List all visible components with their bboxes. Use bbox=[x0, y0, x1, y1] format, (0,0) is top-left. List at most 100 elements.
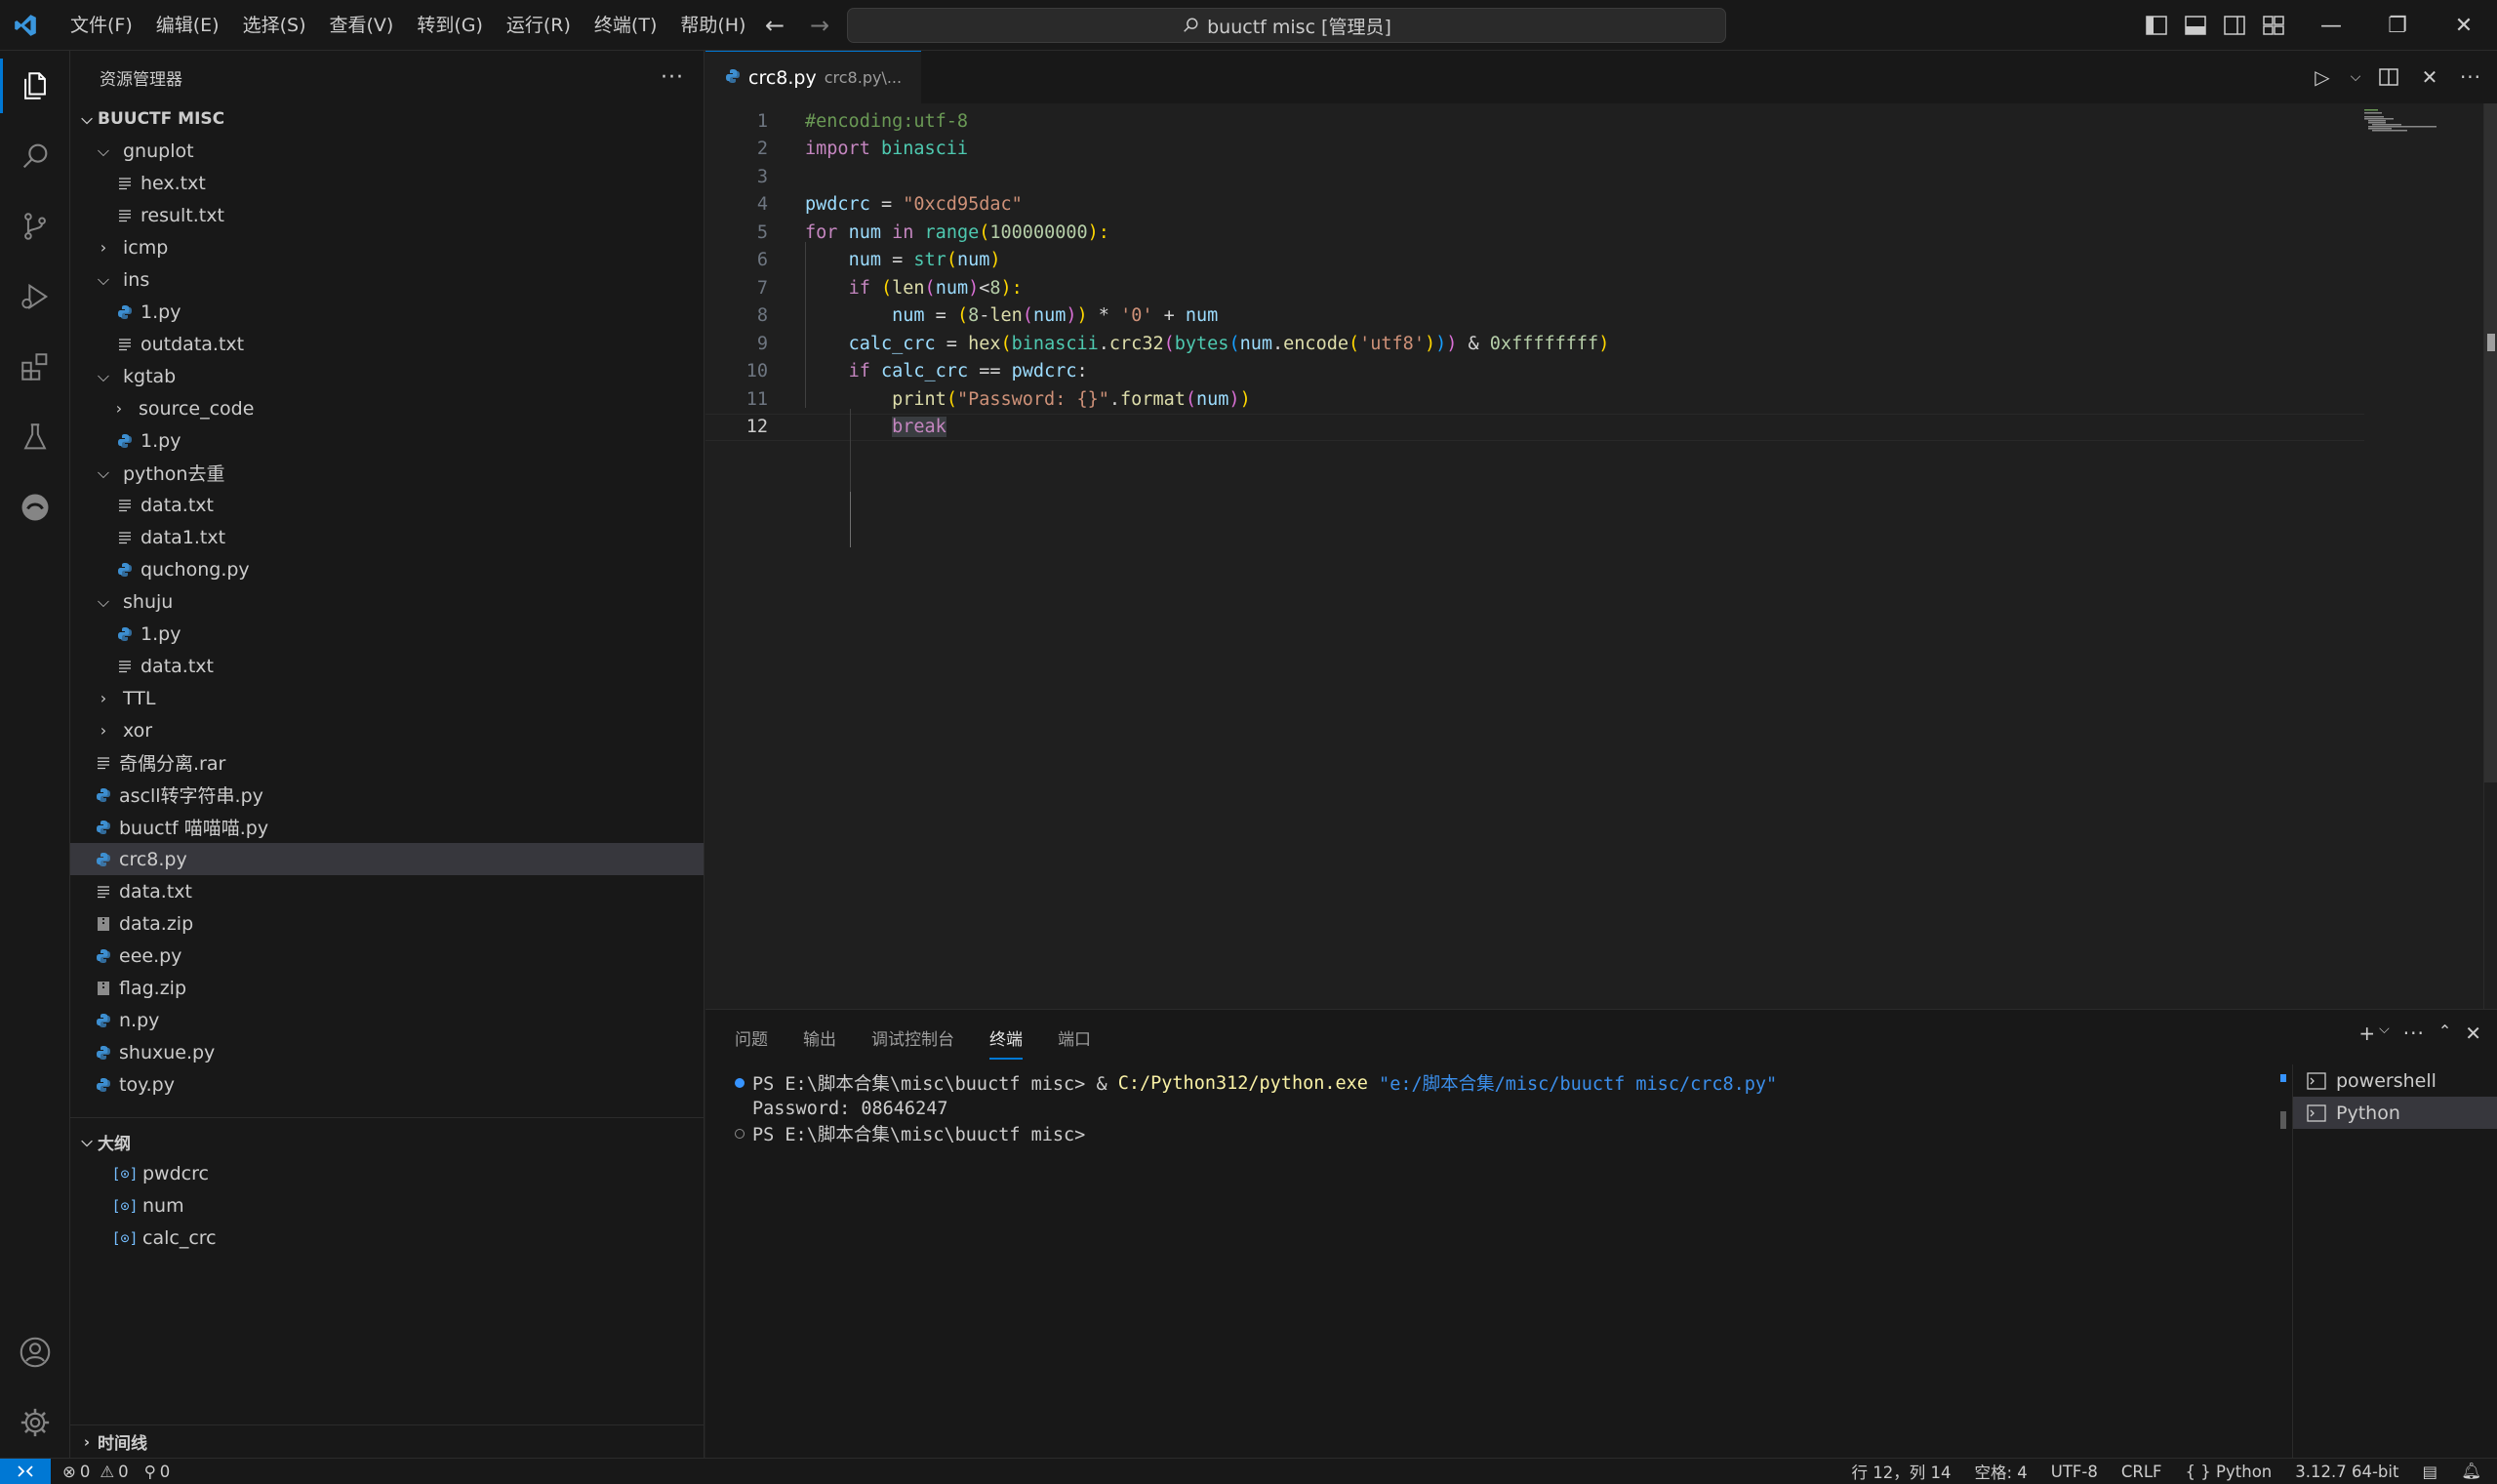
toggle-primary-sidebar-icon[interactable] bbox=[2143, 12, 2170, 39]
search-sidebar-icon[interactable] bbox=[0, 121, 70, 191]
tree-file[interactable]: hex.txt bbox=[70, 167, 704, 199]
tree-file[interactable]: data.txt bbox=[70, 875, 704, 907]
terminal-instance[interactable]: powershell bbox=[2293, 1064, 2497, 1097]
encoding[interactable]: UTF-8 bbox=[2051, 1463, 2098, 1481]
folder-section-header[interactable]: ⌵ BUUCTF MISC bbox=[70, 103, 704, 135]
scrollbar-thumb[interactable] bbox=[2484, 103, 2497, 782]
outline-item[interactable]: [⊙] pwdcrc bbox=[70, 1157, 704, 1189]
maximize-panel-icon[interactable]: ⌃ bbox=[2438, 1022, 2451, 1045]
tree-folder[interactable]: › TTL bbox=[70, 682, 704, 714]
end-of-line[interactable]: CRLF bbox=[2121, 1463, 2162, 1481]
terminal-output[interactable]: PS E:\脚本合集\misc\buuctf misc> & C:/Python… bbox=[705, 1070, 2292, 1451]
tree-file[interactable]: data.txt bbox=[70, 650, 704, 682]
tree-folder[interactable]: ⌵ shuju bbox=[70, 585, 704, 618]
minimize-icon[interactable]: — bbox=[2298, 0, 2364, 51]
tree-folder[interactable]: ⌵ ins bbox=[70, 263, 704, 296]
tree-folder[interactable]: › source_code bbox=[70, 392, 704, 424]
tree-file[interactable]: 1.py bbox=[70, 296, 704, 328]
explorer-icon[interactable] bbox=[0, 51, 70, 121]
panel-tab[interactable]: 端口 bbox=[1058, 1020, 1091, 1056]
split-editor-icon[interactable] bbox=[2374, 62, 2403, 92]
editor-more-actions-icon[interactable]: ··· bbox=[2456, 62, 2485, 92]
feedback-icon[interactable]: ▤ bbox=[2422, 1463, 2437, 1481]
command-center-search[interactable]: buuctf misc [管理员] bbox=[847, 8, 1726, 43]
tree-file[interactable]: 1.py bbox=[70, 424, 704, 457]
settings-gear-icon[interactable] bbox=[0, 1387, 70, 1458]
source-control-icon[interactable] bbox=[0, 191, 70, 261]
forward-arrow-icon[interactable]: → bbox=[804, 10, 835, 41]
tree-file[interactable]: 1.py bbox=[70, 618, 704, 650]
accounts-icon[interactable] bbox=[0, 1317, 70, 1387]
tree-file[interactable]: toy.py bbox=[70, 1068, 704, 1101]
editor-tab-crc8[interactable]: crc8.py crc8.py\... bbox=[705, 51, 922, 103]
panel-tab[interactable]: 输出 bbox=[803, 1020, 836, 1056]
editor-scrollbar[interactable] bbox=[2483, 103, 2497, 1009]
command-success-dot-icon[interactable] bbox=[735, 1078, 745, 1088]
tree-file[interactable]: 奇偶分离.rar bbox=[70, 746, 704, 779]
toggle-panel-icon[interactable] bbox=[2182, 12, 2209, 39]
close-editor-icon[interactable]: ✕ bbox=[2415, 62, 2444, 92]
run-python-icon[interactable]: ▷ bbox=[2308, 62, 2337, 92]
problems-status[interactable]: ⊗ 0 ⚠ 0 bbox=[62, 1463, 129, 1481]
terminal-dropdown-icon[interactable]: ⌵ bbox=[2379, 1022, 2390, 1045]
outline-item[interactable]: [⊙] calc_crc bbox=[70, 1222, 704, 1254]
code-editor[interactable]: 1 #encoding:utf-8 2 import binascii 3 4 pwdcrc… bbox=[705, 103, 2497, 1009]
notifications-bell-icon[interactable]: 🔔︎ bbox=[2461, 1462, 2481, 1481]
minimap[interactable] bbox=[2364, 109, 2442, 133]
menu-item[interactable]: 文件(F) bbox=[59, 0, 144, 51]
back-arrow-icon[interactable]: ← bbox=[759, 10, 790, 41]
tree-file[interactable]: eee.py bbox=[70, 940, 704, 972]
close-window-icon[interactable]: ✕ bbox=[2431, 0, 2497, 51]
tree-folder[interactable]: ⌵ gnuplot bbox=[70, 135, 704, 167]
new-terminal-plus-icon[interactable]: + bbox=[2358, 1022, 2375, 1045]
tree-file[interactable]: buuctf 喵喵喵.py bbox=[70, 811, 704, 843]
extensions-icon[interactable] bbox=[0, 332, 70, 402]
customize-layout-icon[interactable] bbox=[2260, 12, 2287, 39]
tree-file[interactable]: n.py bbox=[70, 1004, 704, 1036]
remote-explorer-icon[interactable] bbox=[0, 472, 70, 542]
panel-more-actions-icon[interactable]: ··· bbox=[2403, 1022, 2425, 1045]
cursor-position[interactable]: 行 12，列 14 bbox=[1851, 1460, 1951, 1483]
tree-folder[interactable]: › xor bbox=[70, 714, 704, 746]
tree-folder[interactable]: › icmp bbox=[70, 231, 704, 263]
more-actions-icon[interactable]: ··· bbox=[661, 65, 684, 90]
tree-file[interactable]: data.zip bbox=[70, 907, 704, 940]
run-dropdown-chevron-icon[interactable]: ⌵ bbox=[2349, 62, 2362, 92]
tree-file[interactable]: outdata.txt bbox=[70, 328, 704, 360]
close-panel-icon[interactable]: ✕ bbox=[2465, 1022, 2481, 1045]
tree-folder[interactable]: ⌵ python去重 bbox=[70, 457, 704, 489]
terminal-scrollbar[interactable] bbox=[2280, 1070, 2286, 1451]
panel-tab[interactable]: 问题 bbox=[735, 1020, 768, 1056]
menu-item[interactable]: 帮助(H) bbox=[668, 0, 757, 51]
terminal-instance[interactable]: Python bbox=[2293, 1097, 2497, 1129]
panel-tab[interactable]: 终端 bbox=[989, 1020, 1023, 1060]
indentation[interactable]: 空格: 4 bbox=[1974, 1460, 2027, 1483]
menu-item[interactable]: 转到(G) bbox=[405, 0, 495, 51]
menu-item[interactable]: 查看(V) bbox=[318, 0, 406, 51]
tree-file[interactable]: data1.txt bbox=[70, 521, 704, 553]
tree-file[interactable]: data.txt bbox=[70, 489, 704, 521]
testing-flask-icon[interactable] bbox=[0, 402, 70, 472]
language-mode[interactable]: { } Python bbox=[2186, 1463, 2273, 1481]
timeline-section-header[interactable]: › 时间线 bbox=[70, 1424, 704, 1458]
toggle-secondary-sidebar-icon[interactable] bbox=[2221, 12, 2248, 39]
menu-item[interactable]: 选择(S) bbox=[231, 0, 318, 51]
tree-file[interactable]: crc8.py bbox=[70, 843, 704, 875]
remote-indicator-icon[interactable] bbox=[0, 1458, 51, 1484]
outline-section-header[interactable]: ⌵ 大纲 bbox=[70, 1126, 704, 1157]
tree-file[interactable]: ascll转字符串.py bbox=[70, 779, 704, 811]
tree-folder[interactable]: ⌵ kgtab bbox=[70, 360, 704, 392]
menu-item[interactable]: 编辑(E) bbox=[144, 0, 231, 51]
menu-item[interactable]: 运行(R) bbox=[495, 0, 583, 51]
python-interpreter[interactable]: 3.12.7 64-bit bbox=[2295, 1463, 2398, 1481]
menu-item[interactable]: 终端(T) bbox=[583, 0, 668, 51]
command-pending-dot-icon[interactable] bbox=[735, 1129, 745, 1139]
panel-tab[interactable]: 调试控制台 bbox=[871, 1020, 954, 1056]
ports-status[interactable]: ⚲ 0 bbox=[144, 1463, 171, 1481]
run-debug-icon[interactable] bbox=[0, 261, 70, 332]
tree-file[interactable]: shuxue.py bbox=[70, 1036, 704, 1068]
outline-item[interactable]: [⊙] num bbox=[70, 1189, 704, 1222]
restore-icon[interactable]: ❐ bbox=[2364, 0, 2431, 51]
tree-file[interactable]: quchong.py bbox=[70, 553, 704, 585]
tree-file[interactable]: flag.zip bbox=[70, 972, 704, 1004]
